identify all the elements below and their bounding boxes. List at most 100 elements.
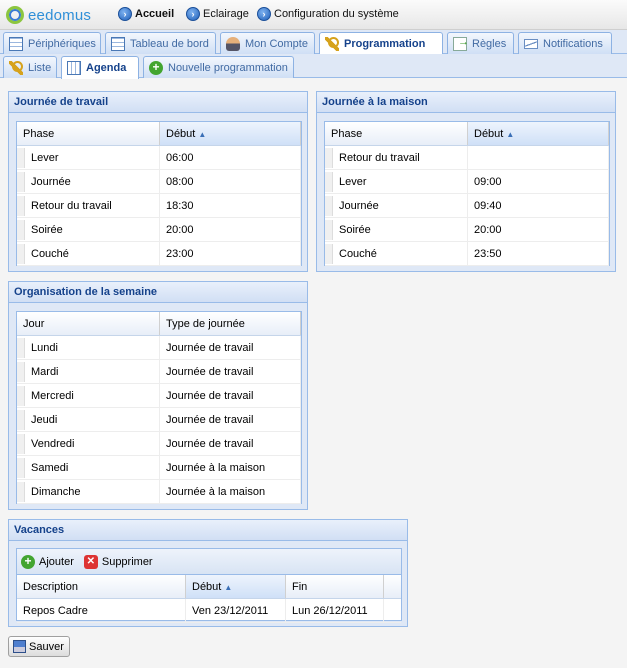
home-day-grid: Phase Début ▲ Retour du travail Lever 09:0… <box>324 121 610 266</box>
description-cell: Repos Cadre <box>17 599 186 622</box>
tab-agenda[interactable]: Agenda <box>61 56 139 79</box>
table-row[interactable]: Jeudi Journée de travail <box>17 408 301 432</box>
column-header-day[interactable]: Jour <box>17 312 160 335</box>
column-header-phase[interactable]: Phase <box>325 122 468 145</box>
save-button-label: Sauver <box>29 640 64 653</box>
grid-header: Phase Début ▲ <box>325 122 609 146</box>
row-handle <box>17 458 25 478</box>
table-row[interactable]: Mercredi Journée de travail <box>17 384 301 408</box>
column-header-description[interactable]: Description <box>17 575 186 598</box>
table-row[interactable]: Lundi Journée de travail <box>17 336 301 360</box>
day-type-cell: Journée de travail <box>160 336 301 359</box>
start-cell: 09:40 <box>468 194 609 217</box>
day-type-cell: Journée de travail <box>160 408 301 431</box>
tab-label: Liste <box>28 61 52 74</box>
table-row[interactable]: Retour du travail 18:30 <box>17 194 301 218</box>
arrow-circle-icon: › <box>118 7 132 21</box>
start-cell: 09:00 <box>468 170 609 193</box>
key-icon <box>9 60 23 75</box>
eedomus-logo[interactable]: eedomus <box>6 5 91 25</box>
column-header-day-type[interactable]: Type de journée <box>160 312 301 335</box>
table-row[interactable]: Repos Cadre Ven 23/12/2011 Lun 26/12/201… <box>17 599 401 623</box>
start-cell: 23:50 <box>468 242 609 265</box>
week-organisation-panel: Organisation de la semaine Jour Type de … <box>8 281 308 510</box>
day-cell: Mercredi <box>31 390 74 402</box>
work-day-grid: Phase Début ▲ Lever 06:00 Journée 08:00 Ret… <box>16 121 302 266</box>
table-row[interactable]: Journée 08:00 <box>17 170 301 194</box>
row-handle <box>17 434 25 454</box>
column-header-start[interactable]: Début ▲ <box>186 575 286 598</box>
week-grid: Jour Type de journée Lundi Journée de tra… <box>16 311 302 504</box>
end-date-cell: Lun 26/12/2011 <box>286 599 384 622</box>
main-tab-bar: Périphériques Tableau de bord Mon Compte… <box>0 30 627 55</box>
grid-icon <box>9 36 23 51</box>
nav-lighting-link[interactable]: › Eclairage <box>186 7 249 21</box>
panel-title: Organisation de la semaine <box>9 282 307 303</box>
panel-title: Vacances <box>9 520 407 541</box>
table-row[interactable]: Retour du travail <box>325 146 609 170</box>
phase-cell: Couché <box>31 248 69 260</box>
table-row[interactable]: Lever 06:00 <box>17 146 301 170</box>
save-button[interactable]: Sauver <box>8 636 70 657</box>
tab-mon-compte[interactable]: Mon Compte <box>220 32 315 54</box>
table-row[interactable]: Soirée 20:00 <box>17 218 301 242</box>
start-cell: 18:30 <box>160 194 301 217</box>
column-header-start[interactable]: Début ▲ <box>468 122 609 145</box>
row-handle <box>17 482 25 502</box>
column-header-phase[interactable]: Phase <box>17 122 160 145</box>
tab-notifications[interactable]: Notifications <box>518 32 612 54</box>
grid-header: Jour Type de journée <box>17 312 301 336</box>
tab-regles[interactable]: Règles <box>447 32 514 54</box>
start-cell: 06:00 <box>160 146 301 169</box>
grid-header: Phase Début ▲ <box>17 122 301 146</box>
tab-tableau-de-bord[interactable]: Tableau de bord <box>105 32 216 54</box>
add-button-label: Ajouter <box>39 555 74 568</box>
delete-button-label: Supprimer <box>101 555 153 568</box>
rules-icon <box>453 36 469 51</box>
delete-holiday-button[interactable]: ✕ Supprimer <box>83 554 153 569</box>
nav-system-config-link[interactable]: › Configuration du système <box>257 7 399 21</box>
plus-icon: + <box>149 60 163 75</box>
table-row[interactable]: Mardi Journée de travail <box>17 360 301 384</box>
day-type-cell: Journée de travail <box>160 384 301 407</box>
header-label: Début <box>192 581 222 593</box>
phase-cell: Lever <box>31 152 59 164</box>
day-type-cell: Journée de travail <box>160 360 301 383</box>
tab-label: Notifications <box>543 37 603 50</box>
tab-programmation[interactable]: Programmation <box>319 32 443 55</box>
nav-home-link[interactable]: › Accueil <box>118 7 174 21</box>
start-cell: 23:00 <box>160 242 301 265</box>
day-type-cell: Journée à la maison <box>160 456 301 479</box>
work-day-panel: Journée de travail Phase Début ▲ Lever 06:… <box>8 91 308 272</box>
dashboard-icon <box>111 36 125 51</box>
phase-cell: Journée <box>339 200 379 212</box>
start-cell <box>468 146 609 169</box>
table-row[interactable]: Samedi Journée à la maison <box>17 456 301 480</box>
table-row[interactable]: Lever 09:00 <box>325 170 609 194</box>
column-header-end[interactable]: Fin <box>286 575 384 598</box>
row-handle <box>17 196 25 216</box>
table-row[interactable]: Couché 23:50 <box>325 242 609 266</box>
table-row[interactable]: Dimanche Journée à la maison <box>17 480 301 504</box>
column-header-start[interactable]: Début ▲ <box>160 122 301 145</box>
header-label: Phase <box>331 128 363 140</box>
table-row[interactable]: Couché 23:00 <box>17 242 301 266</box>
add-holiday-button[interactable]: + Ajouter <box>21 554 74 569</box>
tab-peripheriques[interactable]: Périphériques <box>3 32 101 54</box>
arrow-circle-icon: › <box>257 7 271 21</box>
day-type-cell: Journée de travail <box>160 432 301 455</box>
phase-cell: Lever <box>339 176 367 188</box>
row-handle <box>325 244 333 264</box>
table-row[interactable]: Vendredi Journée de travail <box>17 432 301 456</box>
tab-liste[interactable]: Liste <box>3 56 57 78</box>
phase-cell: Journée <box>31 176 71 188</box>
row-handle <box>17 172 25 192</box>
row-handle <box>325 148 333 168</box>
table-row[interactable]: Soirée 20:00 <box>325 218 609 242</box>
tab-nouvelle-programmation[interactable]: + Nouvelle programmation <box>143 56 294 78</box>
table-row[interactable]: Journée 09:40 <box>325 194 609 218</box>
start-cell: 20:00 <box>468 218 609 241</box>
panel-title: Journée de travail <box>9 92 307 113</box>
row-handle <box>17 386 25 406</box>
start-date-cell: Ven 23/12/2011 <box>186 599 286 622</box>
